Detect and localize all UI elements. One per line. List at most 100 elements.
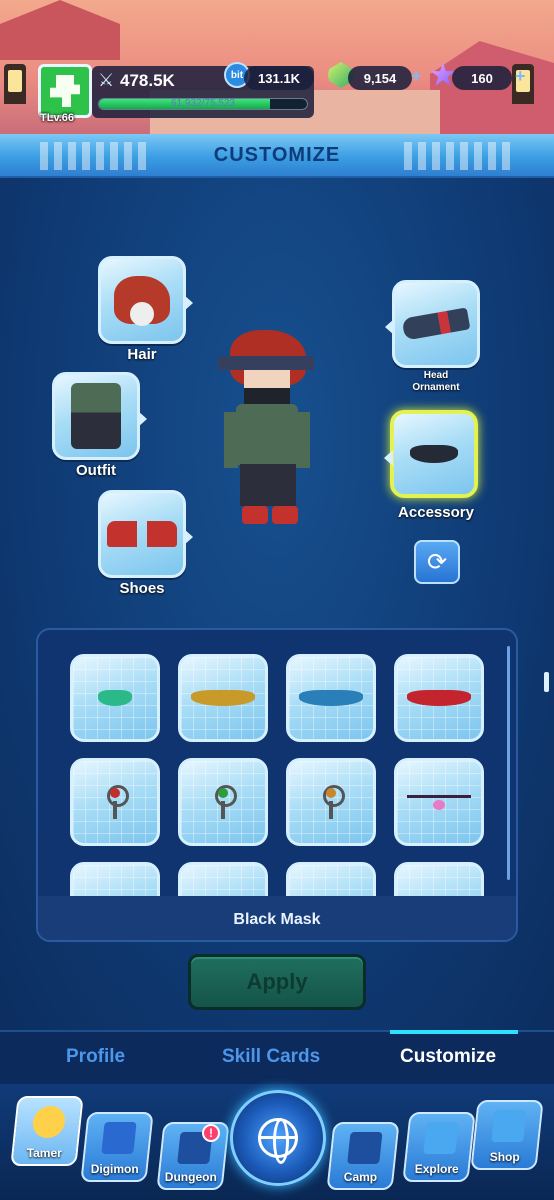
add-gems-button[interactable]: + bbox=[411, 66, 422, 87]
selected-item-name: Black Mask bbox=[38, 896, 516, 940]
gold-mask-icon bbox=[191, 690, 255, 706]
character-mask bbox=[244, 388, 290, 404]
nav-digimon-label: Digimon bbox=[90, 1162, 139, 1176]
head-ornament-slot-label: Head Ornament bbox=[392, 370, 480, 394]
shoes-slot-label: Shoes bbox=[119, 580, 165, 597]
item-panel: Black Mask bbox=[36, 628, 518, 942]
item-glasses[interactable] bbox=[394, 758, 484, 846]
hair-icon bbox=[114, 276, 170, 326]
nav-explore-label: Explore bbox=[414, 1162, 459, 1176]
nav-camp-label: Camp bbox=[344, 1170, 378, 1184]
tab-bar: Profile Skill Cards Customize bbox=[0, 1030, 554, 1084]
accessory-slot-label: Accessory bbox=[398, 504, 474, 521]
character-headband bbox=[218, 356, 314, 370]
tamer-character-preview bbox=[212, 330, 322, 530]
item-green-mask[interactable] bbox=[70, 654, 160, 742]
green-charm-icon bbox=[215, 785, 237, 819]
character-arm bbox=[296, 412, 310, 468]
pointer-arrow bbox=[385, 319, 394, 335]
item-orange-charm[interactable] bbox=[286, 758, 376, 846]
page-title: CUSTOMIZE bbox=[213, 143, 341, 166]
red-mask-icon bbox=[407, 690, 471, 706]
tamer-avatar[interactable] bbox=[38, 64, 92, 118]
headband-icon bbox=[401, 307, 471, 341]
red-charm-icon bbox=[107, 785, 129, 819]
item-red-mask[interactable] bbox=[394, 654, 484, 742]
power-value: 478.5K bbox=[120, 71, 175, 90]
street-lamp bbox=[4, 64, 26, 104]
title-decoration bbox=[40, 142, 150, 170]
character-body bbox=[236, 404, 298, 466]
crossed-swords-icon: ⚔ bbox=[98, 70, 115, 90]
shop-storefront-icon bbox=[491, 1110, 527, 1142]
tab-customize[interactable]: Customize bbox=[400, 1046, 496, 1068]
head-ornament-label-line2: Ornament bbox=[412, 382, 460, 393]
shoes-icon bbox=[107, 521, 177, 547]
apply-button[interactable]: Apply bbox=[188, 954, 366, 1010]
stars-counter: 160 bbox=[452, 66, 512, 90]
item-red-charm[interactable] bbox=[70, 758, 160, 846]
tab-skill-cards[interactable]: Skill Cards bbox=[222, 1046, 320, 1068]
nav-dungeon-label: Dungeon bbox=[164, 1170, 217, 1184]
add-stars-button[interactable]: + bbox=[515, 66, 526, 87]
nav-shop-label: Shop bbox=[489, 1150, 520, 1164]
outfit-icon bbox=[71, 383, 121, 449]
item-blue-mask[interactable] bbox=[286, 654, 376, 742]
nav-tamer-label: Tamer bbox=[27, 1146, 63, 1160]
pointer-arrow bbox=[184, 295, 193, 311]
nav-digimon[interactable]: Digimon bbox=[80, 1112, 154, 1182]
title-bar: CUSTOMIZE bbox=[0, 134, 554, 178]
item-partial[interactable] bbox=[286, 862, 376, 896]
hair-slot[interactable] bbox=[98, 256, 193, 344]
explore-folder-icon bbox=[423, 1122, 459, 1154]
shoes-slot[interactable] bbox=[98, 490, 193, 578]
background-roof bbox=[0, 0, 120, 60]
character-pants bbox=[240, 464, 296, 506]
item-green-charm[interactable] bbox=[178, 758, 268, 846]
tamer-level: TLv.66 bbox=[40, 112, 75, 124]
world-map-button[interactable] bbox=[230, 1090, 326, 1186]
globe-icon bbox=[258, 1118, 298, 1164]
active-tab-indicator bbox=[390, 1030, 518, 1034]
exp-bar: 61,932/75,523 bbox=[98, 98, 308, 110]
item-partial[interactable] bbox=[178, 862, 268, 896]
refresh-icon: ⟳ bbox=[426, 548, 448, 576]
glasses-icon bbox=[407, 795, 471, 810]
item-partial[interactable] bbox=[70, 862, 160, 896]
hair-slot-label: Hair bbox=[127, 346, 157, 363]
outfit-slot-label: Outfit bbox=[76, 462, 116, 479]
digimon-glyph-icon bbox=[50, 75, 80, 107]
refresh-button[interactable]: ⟳ bbox=[414, 540, 460, 584]
character-shoe bbox=[272, 506, 298, 524]
camp-flag-icon bbox=[347, 1132, 383, 1164]
gems-counter: 9,154 bbox=[348, 66, 412, 90]
green-mask-icon bbox=[98, 690, 132, 706]
title-decoration bbox=[404, 142, 514, 170]
blue-mask-icon bbox=[299, 690, 363, 706]
nav-explore[interactable]: Explore bbox=[402, 1112, 476, 1182]
nav-tamer[interactable]: Tamer bbox=[10, 1096, 84, 1166]
digimon-icon bbox=[101, 1122, 137, 1154]
bits-counter: 131.1K bbox=[244, 66, 314, 90]
black-mask-icon bbox=[410, 445, 458, 463]
pointer-arrow bbox=[184, 529, 193, 545]
nav-camp[interactable]: Camp bbox=[326, 1122, 400, 1190]
head-ornament-label-line1: Head bbox=[423, 370, 449, 381]
item-gold-mask[interactable] bbox=[178, 654, 268, 742]
tamer-face-icon bbox=[31, 1106, 67, 1138]
bit-coin-label: bit bbox=[230, 69, 244, 81]
exp-text: 61,932/75,523 bbox=[171, 98, 235, 109]
outfit-slot[interactable] bbox=[52, 372, 147, 460]
tab-profile[interactable]: Profile bbox=[66, 1046, 125, 1068]
character-shoe bbox=[242, 506, 268, 524]
head-ornament-slot[interactable] bbox=[385, 280, 480, 368]
scrollbar-thumb[interactable] bbox=[544, 672, 549, 692]
pointer-arrow bbox=[138, 411, 147, 427]
item-partial[interactable] bbox=[394, 862, 484, 896]
item-grid[interactable] bbox=[38, 630, 516, 896]
dungeon-notification-badge: ! bbox=[202, 1124, 220, 1142]
nav-shop[interactable]: Shop bbox=[470, 1100, 544, 1170]
accessory-slot[interactable] bbox=[384, 410, 478, 498]
item-grid-scrollbar[interactable] bbox=[507, 646, 510, 880]
orange-charm-icon bbox=[323, 785, 345, 819]
